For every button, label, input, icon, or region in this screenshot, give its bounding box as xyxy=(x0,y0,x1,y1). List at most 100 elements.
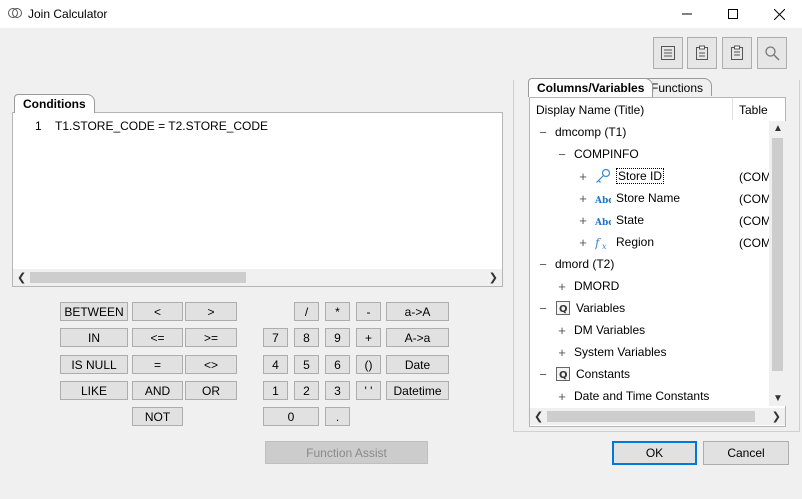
query-icon: Q xyxy=(556,367,570,381)
expand-icon[interactable]: + xyxy=(556,389,568,404)
tree-node-dm-variables[interactable]: + DM Variables xyxy=(556,319,645,341)
digit-5-button[interactable]: 5 xyxy=(294,355,319,374)
tree-node-compinfo[interactable]: − COMPINFO xyxy=(556,143,639,165)
tree-node-variables[interactable]: − Q Variables xyxy=(537,297,625,319)
or-button[interactable]: OR xyxy=(185,381,237,400)
collapse-icon[interactable]: − xyxy=(537,301,549,316)
tab-conditions[interactable]: Conditions xyxy=(14,94,95,113)
not-button[interactable]: NOT xyxy=(132,407,183,426)
scrollbar-thumb[interactable] xyxy=(547,411,755,422)
columns-tree[interactable]: Display Name (Title) Table − dmcomp (T1)… xyxy=(529,97,786,427)
expand-icon[interactable]: + xyxy=(577,235,589,250)
divide-button[interactable]: / xyxy=(294,302,319,321)
minimize-icon xyxy=(682,13,692,15)
less-than-button[interactable]: < xyxy=(132,302,183,321)
digit-9-button[interactable]: 9 xyxy=(325,328,350,347)
paste-button[interactable] xyxy=(687,37,717,69)
tree-node-constants[interactable]: − Q Constants xyxy=(537,363,630,385)
maximize-button[interactable] xyxy=(710,0,756,28)
tree-node-label: DM Variables xyxy=(574,323,646,337)
digit-8-button[interactable]: 8 xyxy=(294,328,319,347)
tree-node-label: dmcomp (T1) xyxy=(555,125,627,139)
digit-1-button[interactable]: 1 xyxy=(263,381,288,400)
and-button[interactable]: AND xyxy=(132,381,183,400)
table-cell: (COM xyxy=(739,170,771,184)
cancel-button[interactable]: Cancel xyxy=(703,441,789,465)
scrollbar-thumb[interactable] xyxy=(772,138,783,371)
minus-button[interactable]: - xyxy=(356,302,381,321)
tree-node-dmord-segment[interactable]: + DMORD xyxy=(556,275,619,297)
datetime-button[interactable]: Datetime xyxy=(386,381,449,400)
expand-icon[interactable]: + xyxy=(577,191,589,206)
scroll-left-icon[interactable]: ❮ xyxy=(534,410,543,423)
less-equal-button[interactable]: <= xyxy=(132,328,183,347)
date-button[interactable]: Date xyxy=(386,355,449,374)
list-view-button[interactable] xyxy=(653,37,683,69)
minimize-button[interactable] xyxy=(664,0,710,28)
in-button[interactable]: IN xyxy=(60,328,128,347)
parentheses-button[interactable]: () xyxy=(356,355,381,374)
column-header-table[interactable]: Table xyxy=(733,98,785,120)
tree-node-system-variables[interactable]: + System Variables xyxy=(556,341,666,363)
tree-node-store-name[interactable]: + Abc Store Name xyxy=(577,187,680,209)
close-button[interactable] xyxy=(756,0,802,28)
scroll-down-icon[interactable]: ▼ xyxy=(773,393,783,404)
equals-button[interactable]: = xyxy=(132,355,183,374)
expand-icon[interactable]: + xyxy=(577,213,589,228)
clipboard-button[interactable] xyxy=(722,37,752,69)
digit-4-button[interactable]: 4 xyxy=(263,355,288,374)
collapse-icon[interactable]: − xyxy=(537,125,549,140)
is-null-button[interactable]: IS NULL xyxy=(60,355,128,374)
collapse-icon[interactable]: − xyxy=(556,147,568,162)
title-bar: Join Calculator xyxy=(0,0,802,28)
digit-2-button[interactable]: 2 xyxy=(294,381,319,400)
search-button[interactable] xyxy=(757,37,787,69)
lowercase-button[interactable]: A->a xyxy=(386,328,449,347)
digit-0-button[interactable]: 0 xyxy=(263,407,319,426)
plus-button[interactable]: + xyxy=(356,328,381,347)
svg-text:Q: Q xyxy=(559,304,568,315)
query-icon: Q xyxy=(556,301,570,315)
expand-icon[interactable]: + xyxy=(556,345,568,360)
conditions-editor[interactable]: 1 T1.STORE_CODE = T2.STORE_CODE xyxy=(12,112,503,287)
editor-horizontal-scrollbar[interactable]: ❮ ❯ xyxy=(13,269,502,286)
collapse-icon[interactable]: − xyxy=(537,257,549,272)
uppercase-button[interactable]: a->A xyxy=(386,302,449,321)
greater-than-button[interactable]: > xyxy=(185,302,237,321)
tree-node-dmcomp[interactable]: − dmcomp (T1) xyxy=(537,121,626,143)
tree-node-region[interactable]: + f x Region xyxy=(577,231,654,253)
tree-node-dmord[interactable]: − dmord (T2) xyxy=(537,253,614,275)
scrollbar-thumb[interactable] xyxy=(30,272,246,283)
tree-vertical-scrollbar[interactable]: ▲ ▼ xyxy=(769,121,786,406)
condition-expression[interactable]: T1.STORE_CODE = T2.STORE_CODE xyxy=(55,119,268,133)
tree-node-state[interactable]: + Abc State xyxy=(577,209,644,231)
tab-columns-variables[interactable]: Columns/Variables xyxy=(528,78,654,97)
column-header-display-name[interactable]: Display Name (Title) xyxy=(530,98,733,120)
expand-icon[interactable]: + xyxy=(556,279,568,294)
between-button[interactable]: BETWEEN xyxy=(60,302,128,321)
quotes-button[interactable]: ' ' xyxy=(356,381,381,400)
digit-7-button[interactable]: 7 xyxy=(263,328,288,347)
list-icon xyxy=(661,46,675,60)
collapse-icon[interactable]: − xyxy=(537,367,549,382)
scroll-up-icon[interactable]: ▲ xyxy=(773,123,783,134)
decimal-point-button[interactable]: . xyxy=(325,407,350,426)
tree-node-date-time-constants[interactable]: + Date and Time Constants xyxy=(556,385,709,407)
greater-equal-button[interactable]: >= xyxy=(185,328,237,347)
tree-node-store-id[interactable]: + Store ID xyxy=(577,165,665,187)
scroll-right-icon[interactable]: ❯ xyxy=(772,410,781,423)
multiply-button[interactable]: * xyxy=(325,302,350,321)
expand-icon[interactable]: + xyxy=(577,169,589,184)
expand-icon[interactable]: + xyxy=(556,323,568,338)
not-equal-button[interactable]: <> xyxy=(185,355,237,374)
scroll-left-icon[interactable]: ❮ xyxy=(17,271,26,284)
function-assist-button[interactable]: Function Assist xyxy=(265,441,428,464)
like-button[interactable]: LIKE xyxy=(60,381,128,400)
digit-6-button[interactable]: 6 xyxy=(325,355,350,374)
scroll-right-icon[interactable]: ❯ xyxy=(489,271,498,284)
ok-button[interactable]: OK xyxy=(612,441,697,465)
tree-node-label: COMPINFO xyxy=(574,147,639,161)
tree-horizontal-scrollbar[interactable]: ❮ ❯ xyxy=(530,408,785,425)
digit-3-button[interactable]: 3 xyxy=(325,381,350,400)
tree-node-label: Region xyxy=(616,235,655,249)
